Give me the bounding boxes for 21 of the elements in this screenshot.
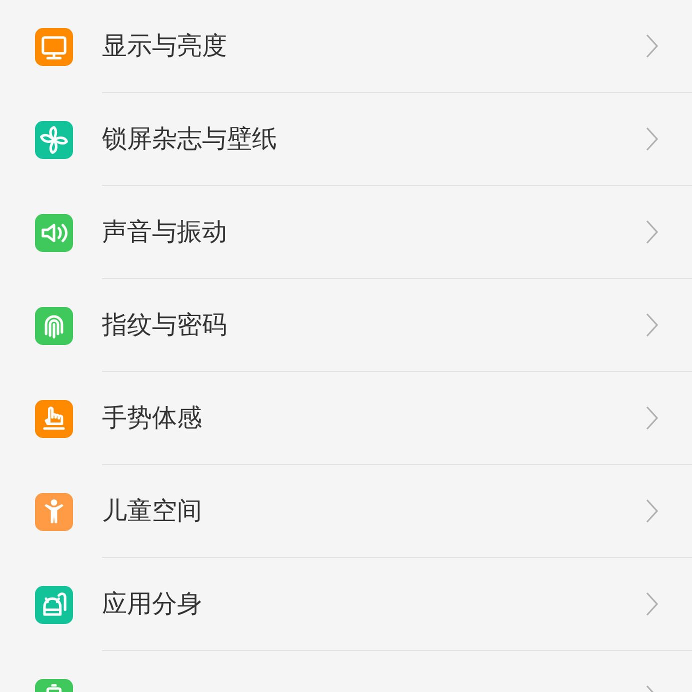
settings-row[interactable]: 儿童空间 [0,465,692,558]
settings-row[interactable]: 手势体感 [0,372,692,465]
chevron-icon [646,220,658,244]
chevron-icon [646,406,658,430]
chevron-icon [646,127,658,151]
row-label: 应用分身 [102,589,202,618]
settings-row[interactable]: 声音与振动 [0,186,692,279]
row-label: 手势体感 [102,403,202,432]
settings-row[interactable]: 指纹与密码 [0,279,692,372]
settings-row[interactable]: 显示与亮度 [0,0,692,93]
settings-row[interactable]: 锁屏杂志与壁纸 [0,93,692,186]
settings-row[interactable]: 应用分身 [0,558,692,651]
row-label: 指纹与密码 [102,310,227,340]
row-label: 声音与振动 [102,217,227,246]
row-label: 儿童空间 [102,496,202,526]
row-label: 显示与亮度 [102,31,227,60]
chevron-icon [646,313,658,337]
chevron-icon [646,34,658,58]
chevron-icon [646,592,658,616]
row-label: 锁屏杂志与壁纸 [102,124,277,154]
chevron-icon [646,499,658,523]
